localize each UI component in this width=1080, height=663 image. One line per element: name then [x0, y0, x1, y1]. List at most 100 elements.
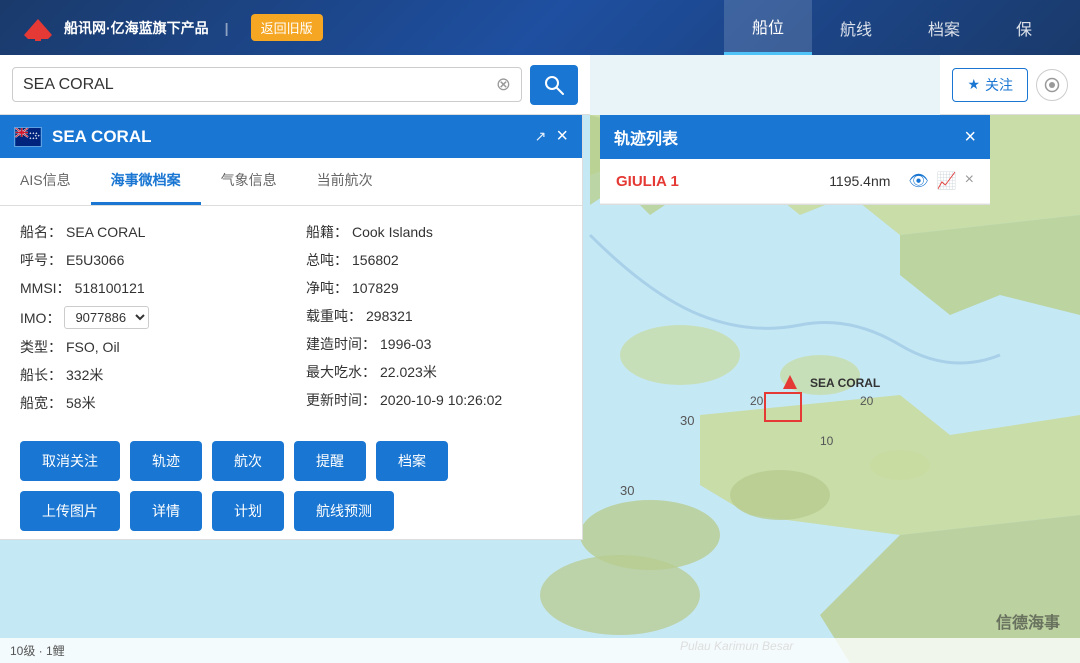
- top-navigation: 船讯网·亿海蓝旗下产品 | 返回旧版 船位 航线 档案 保: [0, 0, 1080, 55]
- svg-text:✦✦✦: ✦✦✦: [34, 134, 42, 138]
- field-nrt-label: 净吨：: [306, 278, 348, 298]
- route-predict-button[interactable]: 航线预测: [294, 491, 394, 531]
- field-nrt-value: 107829: [352, 280, 399, 296]
- track-distance: 1195.4nm: [829, 173, 890, 189]
- tab-voyage[interactable]: 当前航次: [297, 158, 393, 205]
- track-icons: 👁 📈 ×: [908, 171, 974, 191]
- ship-info-panel: ✦✦✦ ✦✦✦ ✦✦✦ SEA CORAL ↗ × AIS信息 海事微档案 气象…: [0, 115, 583, 540]
- field-type-label: 类型：: [20, 337, 62, 357]
- field-type: 类型： FSO, Oil: [20, 337, 276, 357]
- track-panel-close-icon[interactable]: ×: [964, 126, 976, 149]
- search-area: ⊗: [0, 55, 590, 115]
- logo-text: 船讯网·亿海蓝旗下产品: [64, 18, 209, 38]
- field-shipname-label: 船名：: [20, 222, 62, 242]
- svg-text:10: 10: [820, 434, 834, 448]
- action-row-1: 取消关注 轨迹 航次 提醒 档案: [20, 441, 562, 481]
- field-dwt-value: 298321: [366, 308, 413, 324]
- ship-panel-header: ✦✦✦ ✦✦✦ ✦✦✦ SEA CORAL ↗ ×: [0, 115, 582, 158]
- data-col-left: 船名： SEA CORAL 呼号： E5U3066 MMSI： 51810012…: [20, 222, 276, 413]
- field-mmsi-label: MMSI：: [20, 278, 71, 298]
- track-button[interactable]: 轨迹: [130, 441, 202, 481]
- search-input[interactable]: [23, 76, 490, 94]
- ship-panel-close-icon[interactable]: ×: [556, 125, 568, 148]
- nav-items: 船位 航线 档案 保: [724, 0, 1060, 55]
- settings-icon: [1044, 77, 1060, 93]
- ship-panel-title: SEA CORAL: [52, 127, 521, 147]
- archive-button[interactable]: 档案: [376, 441, 448, 481]
- tab-ais[interactable]: AIS信息: [0, 158, 91, 205]
- field-nrt: 净吨： 107829: [306, 278, 562, 298]
- field-built-label: 建造时间：: [306, 334, 376, 354]
- unfollow-button[interactable]: 取消关注: [20, 441, 120, 481]
- field-imo-label: IMO：: [20, 308, 60, 328]
- search-clear-icon[interactable]: ⊗: [496, 74, 511, 95]
- ship-data-grid: 船名： SEA CORAL 呼号： E5U3066 MMSI： 51810012…: [0, 206, 582, 429]
- svg-text:SEA CORAL: SEA CORAL: [810, 376, 880, 390]
- nav-item-more[interactable]: 保: [988, 0, 1060, 55]
- field-dwt: 载重吨： 298321: [306, 306, 562, 326]
- star-icon: ★: [967, 76, 980, 93]
- old-version-button[interactable]: 返回旧版: [251, 14, 323, 41]
- field-flag: 船籍： Cook Islands: [306, 222, 562, 242]
- track-chart-icon[interactable]: 📈: [937, 171, 957, 191]
- field-grt-label: 总吨：: [306, 250, 348, 270]
- track-list-panel: 轨迹列表 × GIULIA 1 1195.4nm 👁 📈 ×: [600, 115, 990, 205]
- nav-item-shippos[interactable]: 船位: [724, 0, 812, 55]
- field-updated-label: 更新时间：: [306, 390, 376, 410]
- field-width-label: 船宽：: [20, 393, 62, 413]
- field-built: 建造时间： 1996-03: [306, 334, 562, 354]
- field-shipname-value: SEA CORAL: [66, 224, 145, 240]
- flag-icon: ✦✦✦ ✦✦✦ ✦✦✦: [14, 127, 42, 147]
- svg-text:30: 30: [620, 483, 634, 498]
- voyage-button[interactable]: 航次: [212, 441, 284, 481]
- field-grt-value: 156802: [352, 252, 399, 268]
- field-length-value: 332米: [66, 365, 103, 385]
- tab-weather[interactable]: 气象信息: [201, 158, 297, 205]
- svg-text:20: 20: [860, 394, 874, 408]
- field-length: 船长： 332米: [20, 365, 276, 385]
- field-width-value: 58米: [66, 393, 96, 413]
- field-flag-value: Cook Islands: [352, 224, 433, 240]
- nav-item-route[interactable]: 航线: [812, 0, 900, 55]
- field-type-value: FSO, Oil: [66, 339, 120, 355]
- follow-label: 关注: [985, 75, 1013, 95]
- search-icon: [543, 74, 565, 96]
- field-grt: 总吨： 156802: [306, 250, 562, 270]
- nav-item-archive[interactable]: 档案: [900, 0, 988, 55]
- field-callsign-label: 呼号：: [20, 250, 62, 270]
- details-button[interactable]: 详情: [130, 491, 202, 531]
- field-callsign-value: E5U3066: [66, 252, 124, 268]
- svg-text:30: 30: [680, 413, 694, 428]
- track-ship-name: GIULIA 1: [616, 173, 819, 190]
- imo-select[interactable]: 9077886: [64, 306, 149, 329]
- follow-button[interactable]: ★ 关注: [952, 68, 1028, 102]
- logo-ship-icon: [20, 13, 56, 43]
- upload-photo-button[interactable]: 上传图片: [20, 491, 120, 531]
- external-link-icon[interactable]: ↗: [535, 128, 547, 145]
- tab-maritime[interactable]: 海事微档案: [91, 158, 201, 205]
- track-delete-icon[interactable]: ×: [965, 171, 974, 191]
- search-input-wrap: ⊗: [12, 67, 522, 102]
- search-button[interactable]: [530, 65, 578, 105]
- field-callsign: 呼号： E5U3066: [20, 250, 276, 270]
- plan-button[interactable]: 计划: [212, 491, 284, 531]
- field-shipname: 船名： SEA CORAL: [20, 222, 276, 242]
- map-scale-label: 10级 · 1鲤: [10, 642, 65, 659]
- field-imo: IMO： 9077886: [20, 306, 276, 329]
- field-dwt-label: 载重吨：: [306, 306, 362, 326]
- action-buttons: 取消关注 轨迹 航次 提醒 档案 上传图片 详情 计划 航线预测: [0, 429, 582, 539]
- settings-circle-button[interactable]: [1036, 69, 1068, 101]
- field-flag-label: 船籍：: [306, 222, 348, 242]
- alert-button[interactable]: 提醒: [294, 441, 366, 481]
- field-updated: 更新时间： 2020-10-9 10:26:02: [306, 390, 562, 410]
- track-eye-icon[interactable]: 👁: [908, 171, 928, 191]
- ship-tabs: AIS信息 海事微档案 气象信息 当前航次: [0, 158, 582, 206]
- bottom-bar: 10级 · 1鲤: [0, 638, 1080, 663]
- follow-area: ★ 关注: [940, 55, 1080, 115]
- field-built-value: 1996-03: [380, 336, 431, 352]
- field-mmsi: MMSI： 518100121: [20, 278, 276, 298]
- field-draft-label: 最大吃水：: [306, 362, 376, 382]
- field-draft: 最大吃水： 22.023米: [306, 362, 562, 382]
- field-draft-value: 22.023米: [380, 362, 437, 382]
- field-width: 船宽： 58米: [20, 393, 276, 413]
